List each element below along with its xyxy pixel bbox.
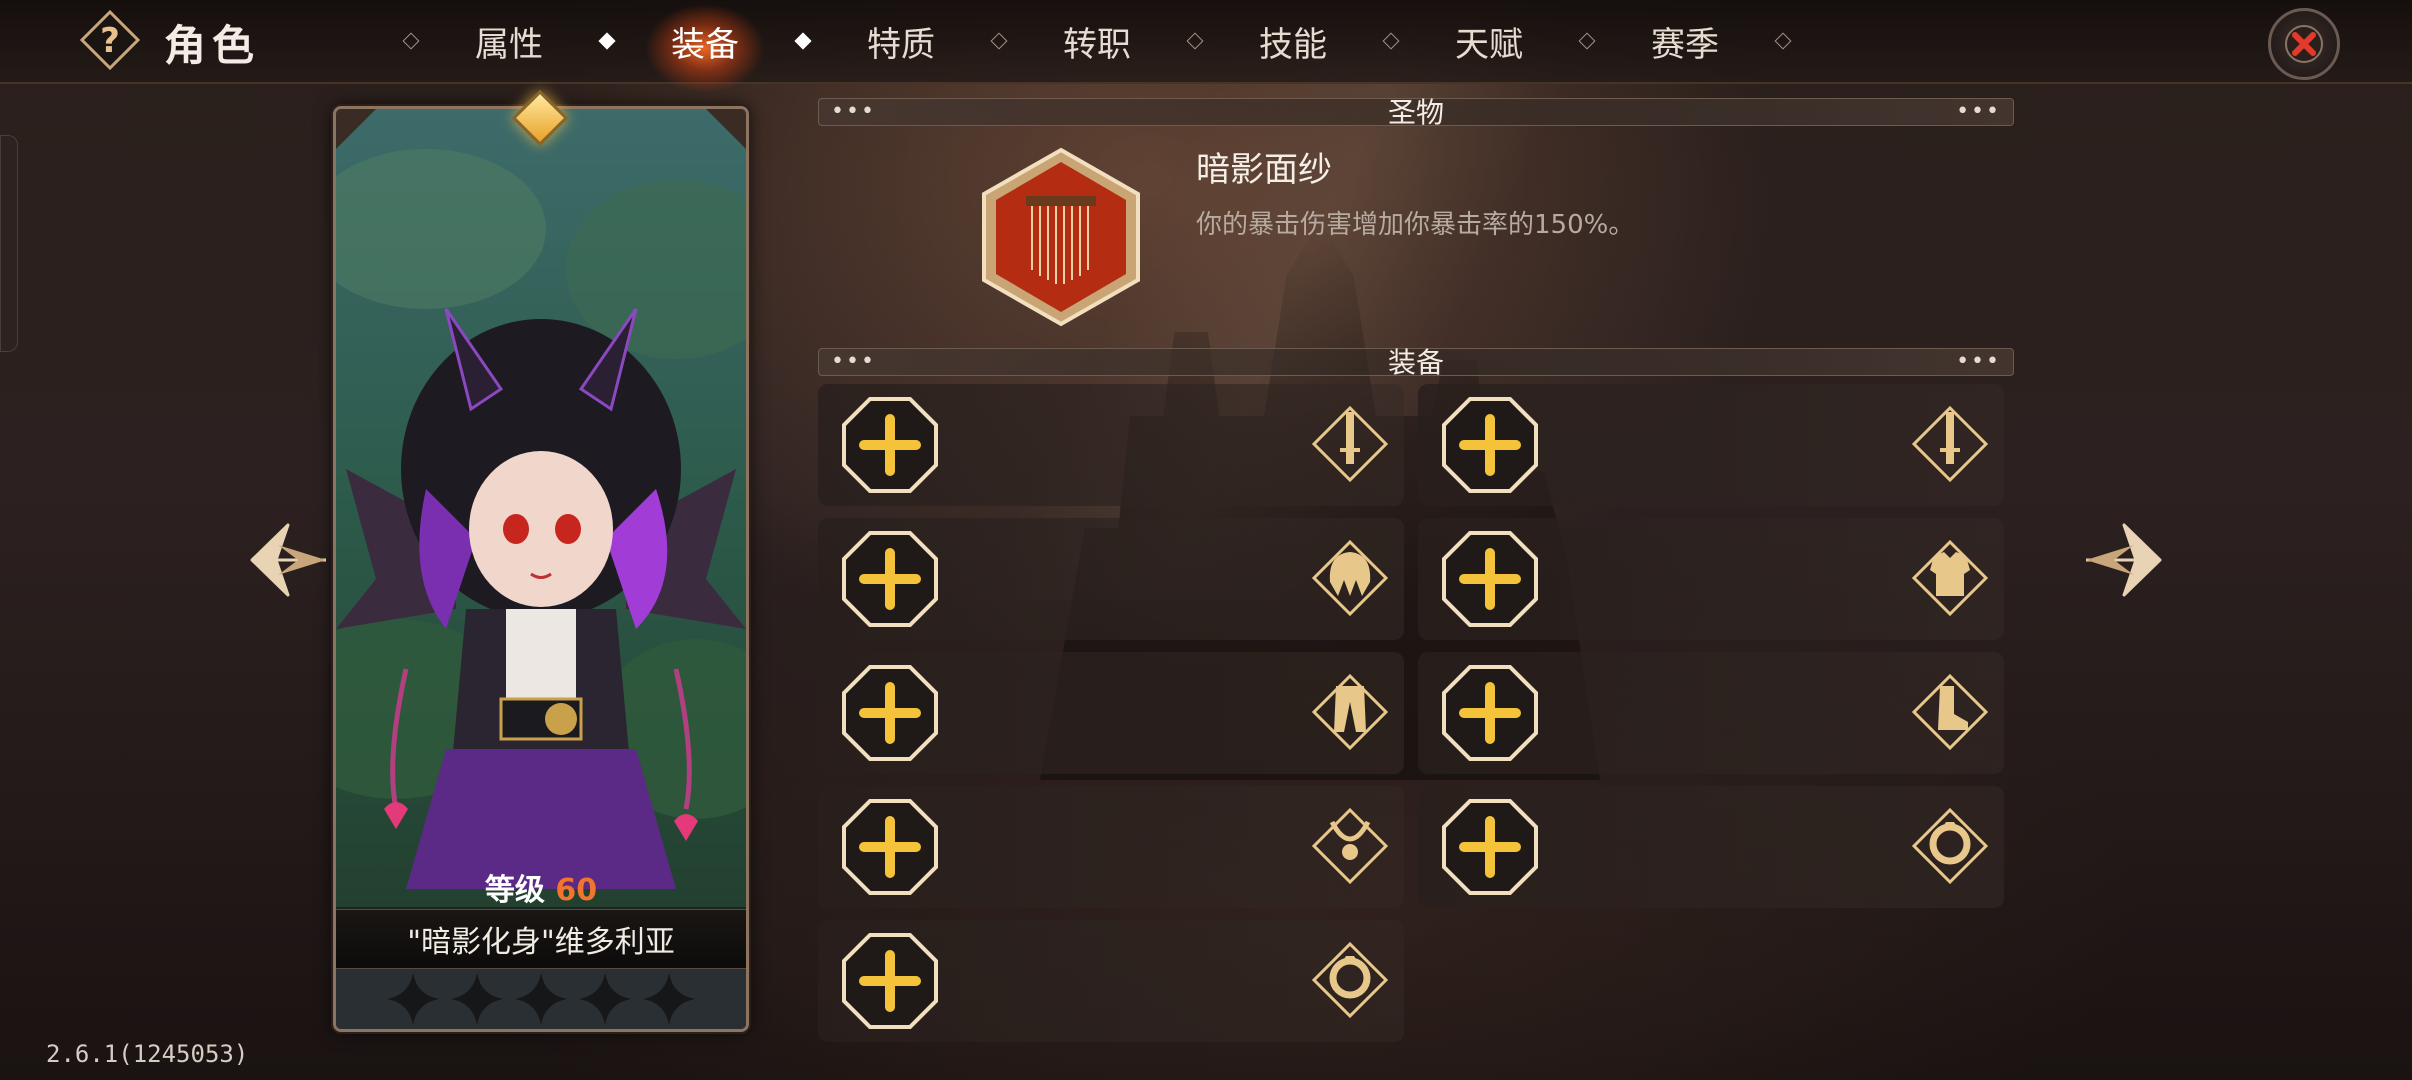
- helmet-icon: [1311, 539, 1389, 617]
- tab-skills[interactable]: 技能: [1196, 0, 1390, 82]
- star-icon: [579, 973, 631, 1025]
- equipment-slot-armor[interactable]: [1418, 518, 2004, 640]
- add-equipment-button[interactable]: [1440, 529, 1540, 629]
- add-equipment-button[interactable]: [1440, 395, 1540, 495]
- hero-star-rating: [336, 969, 746, 1029]
- tab-class-change[interactable]: 转职: [1000, 0, 1194, 82]
- add-equipment-button[interactable]: [840, 529, 940, 629]
- tab-bar: 属性 装备 特质 转职 技能 天赋 赛季: [402, 0, 1792, 82]
- equipment-slot-ring[interactable]: [1418, 786, 2004, 908]
- ring-icon: [1311, 941, 1389, 1019]
- star-icon: [387, 973, 439, 1025]
- help-icon[interactable]: ?: [80, 10, 140, 70]
- relic-section-header: ••• 圣物 •••: [818, 96, 2014, 129]
- hero-name-text: "暗影化身"维多利亚: [407, 925, 675, 960]
- svg-text:?: ?: [100, 21, 120, 61]
- equipment-slot-ring2[interactable]: [818, 920, 1404, 1042]
- hero-card[interactable]: 等级 60 "暗影化身"维多利亚: [333, 106, 749, 1032]
- equipment-slot-offhand[interactable]: [1418, 384, 2004, 506]
- tab-traits[interactable]: 特质: [804, 0, 998, 82]
- equipment-slot-boots[interactable]: [1418, 652, 2004, 774]
- tab-attributes[interactable]: 属性: [412, 0, 606, 82]
- star-icon: [451, 973, 503, 1025]
- level-value: 60: [555, 873, 598, 908]
- star-icon: [643, 973, 695, 1025]
- add-equipment-button[interactable]: [1440, 797, 1540, 897]
- top-bar: ? 角色 属性 装备 特质 转职 技能 天赋 赛季: [0, 0, 2412, 84]
- equipment-section-header: ••• 装备 •••: [818, 346, 2014, 379]
- next-hero-arrow-icon[interactable]: [2080, 515, 2170, 605]
- add-equipment-button[interactable]: [840, 931, 940, 1031]
- boots-icon: [1911, 673, 1989, 751]
- add-equipment-button[interactable]: [1440, 663, 1540, 763]
- close-icon: [2285, 25, 2323, 63]
- necklace-icon: [1311, 807, 1389, 885]
- sword-icon: [1911, 405, 1989, 483]
- add-equipment-button[interactable]: [840, 663, 940, 763]
- hero-name: "暗影化身"维多利亚: [336, 909, 746, 969]
- relic-description: 你的暴击伤害增加你暴击率的150%。: [1196, 210, 1635, 240]
- tab-talents[interactable]: 天赋: [1392, 0, 1586, 82]
- equipment-slot-pants[interactable]: [818, 652, 1404, 774]
- relic-veil-icon[interactable]: [968, 144, 1154, 330]
- equipment-slot-necklace[interactable]: [818, 786, 1404, 908]
- ring-icon: [1911, 807, 1989, 885]
- tab-equipment[interactable]: 装备: [608, 0, 802, 82]
- tab-season[interactable]: 赛季: [1588, 0, 1782, 82]
- pants-icon: [1311, 673, 1389, 751]
- add-equipment-button[interactable]: [840, 395, 940, 495]
- previous-hero-arrow-icon[interactable]: [242, 515, 332, 605]
- relic-section-title: 圣物: [1387, 96, 1444, 129]
- side-drawer-handle[interactable]: [0, 135, 18, 352]
- equipment-slot-weapon[interactable]: [818, 384, 1404, 506]
- close-button[interactable]: [2268, 8, 2340, 80]
- armor-icon: [1911, 539, 1989, 617]
- page-title: 角色: [164, 21, 261, 70]
- hero-portrait: [336, 109, 746, 907]
- hero-level: 等级 60: [336, 865, 746, 909]
- star-icon: [515, 973, 567, 1025]
- version-label: 2.6.1(1245053): [46, 1040, 249, 1068]
- level-label: 等级: [484, 873, 545, 908]
- sword-icon: [1311, 405, 1389, 483]
- equipment-section-title: 装备: [1387, 346, 1444, 379]
- equipment-slot-helmet[interactable]: [818, 518, 1404, 640]
- relic-name: 暗影面纱: [1196, 150, 1332, 190]
- add-equipment-button[interactable]: [840, 797, 940, 897]
